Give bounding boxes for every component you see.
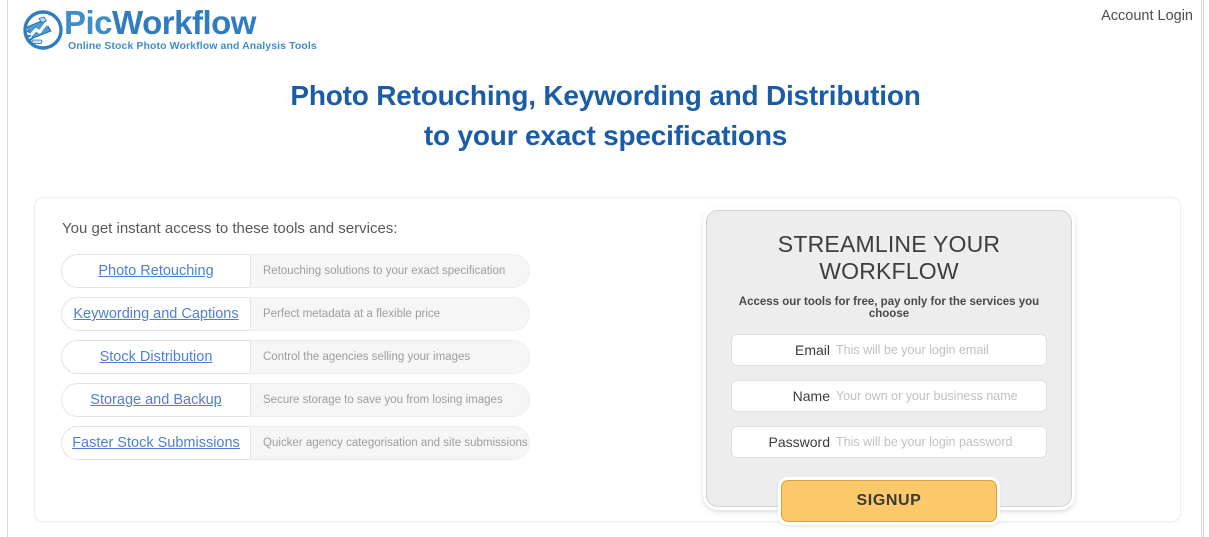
scrollbar-gutter[interactable] — [1203, 0, 1209, 537]
feature-description: Perfect metadata at a flexible price — [263, 308, 441, 320]
feature-row: Quicker agency categorisation and site s… — [61, 426, 530, 460]
features-intro: You get instant access to these tools an… — [62, 220, 398, 237]
camera-chart-circle-icon — [23, 10, 63, 50]
main-content-card: You get instant access to these tools an… — [34, 197, 1181, 522]
feature-row: Perfect metadata at a flexible price Key… — [61, 297, 530, 331]
feature-link-label: Storage and Backup — [90, 392, 222, 408]
feature-description: Quicker agency categorisation and site s… — [263, 437, 528, 449]
account-login-link[interactable]: Account Login — [1101, 8, 1193, 24]
headline-line-1: Photo Retouching, Keywording and Distrib… — [290, 80, 921, 111]
feature-link-label: Photo Retouching — [98, 263, 214, 279]
feature-row: Retouching solutions to your exact speci… — [61, 254, 530, 288]
site-header: PicWorkflow Online Stock Photo Workflow … — [8, 0, 1203, 60]
feature-description: Retouching solutions to your exact speci… — [263, 265, 506, 277]
signup-subtitle: Access our tools for free, pay only for … — [738, 296, 1040, 320]
feature-description: Control the agencies selling your images — [263, 351, 471, 363]
feature-description: Secure storage to save you from losing i… — [263, 394, 503, 406]
email-input[interactable] — [836, 336, 1046, 364]
password-field-row[interactable]: Password — [731, 426, 1047, 458]
password-field-label: Password — [768, 434, 830, 450]
headline-line-2: to your exact specifications — [423, 120, 788, 151]
site-logo[interactable]: PicWorkflow Online Stock Photo Workflow … — [16, 4, 317, 54]
signup-panel: STREAMLINE YOUR WORKFLOW Access our tool… — [706, 210, 1072, 522]
feature-row: Secure storage to save you from losing i… — [61, 383, 530, 417]
logo-tagline: Online Stock Photo Workflow and Analysis… — [68, 40, 317, 52]
email-field-row[interactable]: Email — [731, 334, 1047, 366]
features-column: You get instant access to these tools an… — [61, 220, 561, 469]
name-field-row[interactable]: Name — [731, 380, 1047, 412]
logo-wordmark: PicWorkflow — [64, 6, 256, 40]
page-title: Photo Retouching, Keywording and Distrib… — [8, 76, 1203, 156]
signup-title: STREAMLINE YOUR WORKFLOW — [777, 231, 1001, 284]
feature-link-keywording-and-captions[interactable]: Keywording and Captions — [61, 297, 251, 331]
page-frame: PicWorkflow Online Stock Photo Workflow … — [7, 0, 1202, 537]
feature-link-faster-stock-submissions[interactable]: Faster Stock Submissions — [61, 426, 251, 460]
name-field-label: Name — [792, 388, 830, 404]
signup-button[interactable]: SIGNUP — [781, 480, 997, 522]
feature-link-label: Keywording and Captions — [73, 306, 239, 322]
feature-row: Control the agencies selling your images… — [61, 340, 530, 374]
logo-word-pic: Pic — [64, 4, 113, 41]
feature-link-storage-and-backup[interactable]: Storage and Backup — [61, 383, 251, 417]
feature-link-label: Faster Stock Submissions — [72, 435, 240, 451]
logo-word-workflow: Workflow — [112, 4, 256, 41]
password-input[interactable] — [836, 428, 1046, 456]
feature-link-stock-distribution[interactable]: Stock Distribution — [61, 340, 251, 374]
email-field-label: Email — [794, 342, 830, 358]
feature-link-label: Stock Distribution — [99, 349, 213, 365]
name-input[interactable] — [836, 382, 1046, 410]
feature-link-photo-retouching[interactable]: Photo Retouching — [61, 254, 251, 288]
